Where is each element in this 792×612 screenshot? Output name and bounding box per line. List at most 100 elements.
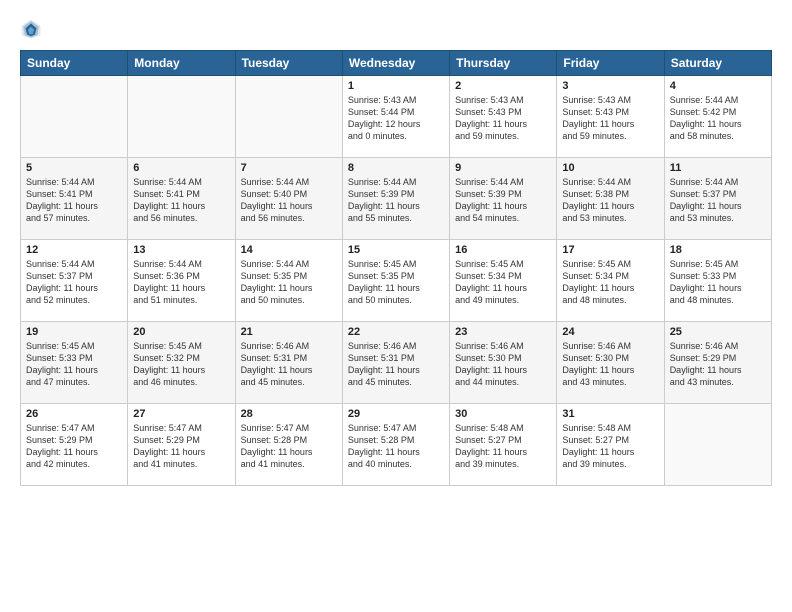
day-info: Sunrise: 5:45 AMSunset: 5:33 PMDaylight:… <box>26 340 122 389</box>
day-info: Sunrise: 5:46 AMSunset: 5:31 PMDaylight:… <box>241 340 337 389</box>
calendar-cell: 8Sunrise: 5:44 AMSunset: 5:39 PMDaylight… <box>342 158 449 240</box>
weekday-header-wednesday: Wednesday <box>342 51 449 76</box>
calendar-week-row: 5 Sunrise: 5:44 AMSunset: 5:41 PMDaylight… <box>21 158 772 240</box>
weekday-header-thursday: Thursday <box>450 51 557 76</box>
day-number: 13 <box>133 244 229 256</box>
day-info: Sunrise: 5:44 AMSunset: 5:39 PMDaylight:… <box>455 176 551 225</box>
day-number: 5 <box>26 162 122 174</box>
day-number: 15 <box>348 244 444 256</box>
calendar-cell <box>235 76 342 158</box>
calendar-cell: 6 Sunrise: 5:44 AMSunset: 5:41 PMDaylight… <box>128 158 235 240</box>
day-info: Sunrise: 5:43 AMSunset: 5:44 PMDaylight:… <box>348 94 444 143</box>
day-info: Sunrise: 5:44 AMSunset: 5:42 PMDaylight:… <box>670 94 766 143</box>
calendar-week-row: 26 Sunrise: 5:47 AMSunset: 5:29 PMDayligh… <box>21 404 772 486</box>
calendar: SundayMondayTuesdayWednesdayThursdayFrid… <box>20 50 772 486</box>
calendar-cell: 15 Sunrise: 5:45 AMSunset: 5:35 PMDayligh… <box>342 240 449 322</box>
calendar-cell: 4 Sunrise: 5:44 AMSunset: 5:42 PMDaylight… <box>664 76 771 158</box>
day-info: Sunrise: 5:44 AMSunset: 5:37 PMDaylight:… <box>670 176 766 225</box>
weekday-header-friday: Friday <box>557 51 664 76</box>
day-info: Sunrise: 5:44 AMSunset: 5:41 PMDaylight:… <box>133 176 229 225</box>
calendar-cell: 10 Sunrise: 5:44 AMSunset: 5:38 PMDayligh… <box>557 158 664 240</box>
calendar-cell: 29 Sunrise: 5:47 AMSunset: 5:28 PMDayligh… <box>342 404 449 486</box>
calendar-cell: 14 Sunrise: 5:44 AMSunset: 5:35 PMDayligh… <box>235 240 342 322</box>
calendar-cell: 31 Sunrise: 5:48 AMSunset: 5:27 PMDayligh… <box>557 404 664 486</box>
day-info: Sunrise: 5:45 AMSunset: 5:33 PMDaylight:… <box>670 258 766 307</box>
calendar-cell: 13Sunrise: 5:44 AMSunset: 5:36 PMDayligh… <box>128 240 235 322</box>
day-number: 12 <box>26 244 122 256</box>
weekday-header-saturday: Saturday <box>664 51 771 76</box>
day-info: Sunrise: 5:45 AMSunset: 5:34 PMDaylight:… <box>455 258 551 307</box>
calendar-cell: 22 Sunrise: 5:46 AMSunset: 5:31 PMDayligh… <box>342 322 449 404</box>
calendar-cell: 19 Sunrise: 5:45 AMSunset: 5:33 PMDayligh… <box>21 322 128 404</box>
day-info: Sunrise: 5:47 AMSunset: 5:29 PMDaylight:… <box>26 422 122 471</box>
day-number: 4 <box>670 80 766 92</box>
calendar-cell: 11Sunrise: 5:44 AMSunset: 5:37 PMDayligh… <box>664 158 771 240</box>
day-number: 28 <box>241 408 337 420</box>
calendar-cell: 30Sunrise: 5:48 AMSunset: 5:27 PMDayligh… <box>450 404 557 486</box>
weekday-header-sunday: Sunday <box>21 51 128 76</box>
day-info: Sunrise: 5:46 AMSunset: 5:29 PMDaylight:… <box>670 340 766 389</box>
day-info: Sunrise: 5:44 AMSunset: 5:38 PMDaylight:… <box>562 176 658 225</box>
day-info: Sunrise: 5:47 AMSunset: 5:29 PMDaylight:… <box>133 422 229 471</box>
day-number: 24 <box>562 326 658 338</box>
calendar-cell: 27 Sunrise: 5:47 AMSunset: 5:29 PMDayligh… <box>128 404 235 486</box>
day-info: Sunrise: 5:44 AMSunset: 5:35 PMDaylight:… <box>241 258 337 307</box>
day-number: 26 <box>26 408 122 420</box>
day-number: 19 <box>26 326 122 338</box>
day-info: Sunrise: 5:47 AMSunset: 5:28 PMDaylight:… <box>348 422 444 471</box>
day-number: 29 <box>348 408 444 420</box>
day-info: Sunrise: 5:48 AMSunset: 5:27 PMDaylight:… <box>562 422 658 471</box>
day-info: Sunrise: 5:43 AMSunset: 5:43 PMDaylight:… <box>455 94 551 143</box>
day-number: 25 <box>670 326 766 338</box>
weekday-header-tuesday: Tuesday <box>235 51 342 76</box>
day-number: 6 <box>133 162 229 174</box>
day-info: Sunrise: 5:46 AMSunset: 5:31 PMDaylight:… <box>348 340 444 389</box>
calendar-week-row: 1Sunrise: 5:43 AMSunset: 5:44 PMDaylight… <box>21 76 772 158</box>
day-info: Sunrise: 5:47 AMSunset: 5:28 PMDaylight:… <box>241 422 337 471</box>
calendar-cell: 2 Sunrise: 5:43 AMSunset: 5:43 PMDaylight… <box>450 76 557 158</box>
calendar-cell: 12 Sunrise: 5:44 AMSunset: 5:37 PMDayligh… <box>21 240 128 322</box>
day-info: Sunrise: 5:45 AMSunset: 5:35 PMDaylight:… <box>348 258 444 307</box>
day-info: Sunrise: 5:46 AMSunset: 5:30 PMDaylight:… <box>562 340 658 389</box>
day-info: Sunrise: 5:45 AMSunset: 5:32 PMDaylight:… <box>133 340 229 389</box>
header <box>20 18 772 40</box>
calendar-cell <box>128 76 235 158</box>
day-number: 3 <box>562 80 658 92</box>
day-number: 14 <box>241 244 337 256</box>
day-number: 30 <box>455 408 551 420</box>
day-number: 10 <box>562 162 658 174</box>
calendar-cell: 16 Sunrise: 5:45 AMSunset: 5:34 PMDayligh… <box>450 240 557 322</box>
day-number: 18 <box>670 244 766 256</box>
calendar-cell: 23Sunrise: 5:46 AMSunset: 5:30 PMDayligh… <box>450 322 557 404</box>
calendar-week-row: 12 Sunrise: 5:44 AMSunset: 5:37 PMDayligh… <box>21 240 772 322</box>
day-number: 31 <box>562 408 658 420</box>
calendar-cell: 25 Sunrise: 5:46 AMSunset: 5:29 PMDayligh… <box>664 322 771 404</box>
day-number: 22 <box>348 326 444 338</box>
weekday-header-row: SundayMondayTuesdayWednesdayThursdayFrid… <box>21 51 772 76</box>
day-number: 16 <box>455 244 551 256</box>
day-number: 2 <box>455 80 551 92</box>
day-info: Sunrise: 5:45 AMSunset: 5:34 PMDaylight:… <box>562 258 658 307</box>
day-info: Sunrise: 5:44 AMSunset: 5:40 PMDaylight:… <box>241 176 337 225</box>
calendar-cell: 9 Sunrise: 5:44 AMSunset: 5:39 PMDaylight… <box>450 158 557 240</box>
day-number: 21 <box>241 326 337 338</box>
calendar-cell <box>664 404 771 486</box>
calendar-cell: 7Sunrise: 5:44 AMSunset: 5:40 PMDaylight… <box>235 158 342 240</box>
day-number: 20 <box>133 326 229 338</box>
page: SundayMondayTuesdayWednesdayThursdayFrid… <box>0 0 792 612</box>
calendar-cell <box>21 76 128 158</box>
calendar-week-row: 19 Sunrise: 5:45 AMSunset: 5:33 PMDayligh… <box>21 322 772 404</box>
calendar-cell: 3Sunrise: 5:43 AMSunset: 5:43 PMDaylight… <box>557 76 664 158</box>
day-number: 9 <box>455 162 551 174</box>
day-number: 27 <box>133 408 229 420</box>
day-info: Sunrise: 5:44 AMSunset: 5:37 PMDaylight:… <box>26 258 122 307</box>
calendar-cell: 20 Sunrise: 5:45 AMSunset: 5:32 PMDayligh… <box>128 322 235 404</box>
weekday-header-monday: Monday <box>128 51 235 76</box>
calendar-cell: 18 Sunrise: 5:45 AMSunset: 5:33 PMDayligh… <box>664 240 771 322</box>
calendar-cell: 26 Sunrise: 5:47 AMSunset: 5:29 PMDayligh… <box>21 404 128 486</box>
day-info: Sunrise: 5:44 AMSunset: 5:41 PMDaylight:… <box>26 176 122 225</box>
day-number: 23 <box>455 326 551 338</box>
calendar-cell: 1Sunrise: 5:43 AMSunset: 5:44 PMDaylight… <box>342 76 449 158</box>
calendar-cell: 5 Sunrise: 5:44 AMSunset: 5:41 PMDaylight… <box>21 158 128 240</box>
logo-icon <box>20 18 42 40</box>
